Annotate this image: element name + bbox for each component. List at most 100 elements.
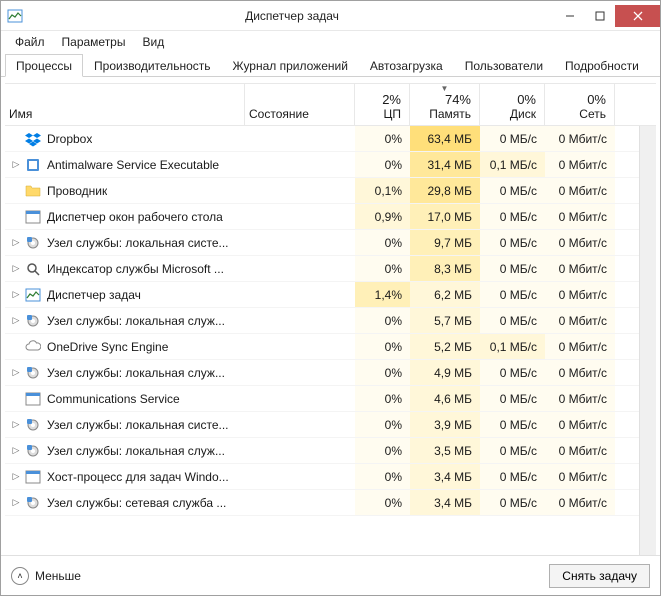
cell-memory: 3,4 МБ (410, 490, 480, 515)
process-row[interactable]: ▷Узел службы: локальная систе...0%3,9 МБ… (5, 412, 656, 438)
cell-memory: 5,7 МБ (410, 308, 480, 333)
process-row[interactable]: Dropbox0%63,4 МБ0 МБ/с0 Мбит/с (5, 126, 656, 152)
maximize-button[interactable] (585, 5, 615, 27)
cell-memory: 8,3 МБ (410, 256, 480, 281)
vertical-scrollbar[interactable] (639, 126, 656, 555)
cell-network: 0 Мбит/с (545, 230, 615, 255)
process-icon (25, 157, 41, 173)
process-icon (25, 443, 41, 459)
cell-cpu: 1,4% (355, 282, 410, 307)
process-icon (25, 209, 41, 225)
cell-name: Диспетчер окон рабочего стола (5, 204, 245, 229)
col-network[interactable]: 0%Сеть (545, 84, 615, 125)
col-name[interactable]: Имя (5, 84, 245, 125)
process-row[interactable]: ▷Узел службы: локальная служ...0%3,5 МБ0… (5, 438, 656, 464)
cell-state (245, 412, 355, 437)
process-icon (25, 391, 41, 407)
process-row[interactable]: ▷Хост-процесс для задач Windo...0%3,4 МБ… (5, 464, 656, 490)
cell-name: ▷ Узел службы: локальная служ... (5, 360, 245, 385)
expand-icon[interactable]: ▷ (9, 471, 23, 482)
app-icon (7, 8, 23, 24)
process-row[interactable]: Диспетчер окон рабочего стола0,9%17,0 МБ… (5, 204, 656, 230)
process-row[interactable]: ▷Индексатор службы Microsoft ...0%8,3 МБ… (5, 256, 656, 282)
cell-cpu: 0% (355, 334, 410, 359)
cell-name: ▷Antimalware Service Executable (5, 152, 245, 177)
cell-disk: 0 МБ/с (480, 126, 545, 151)
process-name: Диспетчер окон рабочего стола (47, 210, 223, 224)
expand-icon[interactable]: ▷ (9, 159, 23, 170)
process-name: Узел службы: локальная служ... (47, 314, 225, 328)
cell-network: 0 Мбит/с (545, 412, 615, 437)
cell-state (245, 334, 355, 359)
process-name: Узел службы: локальная систе... (47, 236, 229, 250)
process-icon (25, 365, 41, 381)
process-name: Индексатор службы Microsoft ... (47, 262, 224, 276)
tab-4[interactable]: Пользователи (454, 54, 554, 77)
process-icon (25, 469, 41, 485)
menu-options[interactable]: Параметры (54, 33, 134, 51)
fewer-details-button[interactable]: ˄ Меньше (11, 567, 81, 585)
cell-memory: 3,9 МБ (410, 412, 480, 437)
cell-network: 0 Мбит/с (545, 438, 615, 463)
cell-state (245, 308, 355, 333)
process-row[interactable]: ▷Узел службы: локальная систе...0%9,7 МБ… (5, 230, 656, 256)
cell-state (245, 282, 355, 307)
cell-name: ▷Хост-процесс для задач Windo... (5, 464, 245, 489)
end-task-button[interactable]: Снять задачу (549, 564, 650, 588)
process-name: Узел службы: локальная служ... (47, 444, 225, 458)
cell-memory: 31,4 МБ (410, 152, 480, 177)
process-name: Диспетчер задач (47, 288, 141, 302)
close-button[interactable] (615, 5, 660, 27)
cell-memory: 3,4 МБ (410, 464, 480, 489)
tab-6[interactable]: С. (650, 54, 661, 77)
expand-icon[interactable]: ▷ (9, 445, 23, 456)
col-memory[interactable]: ▼74%Память (410, 84, 480, 125)
expand-icon[interactable]: ▷ (9, 289, 23, 300)
cell-state (245, 230, 355, 255)
expand-icon[interactable]: ▷ (9, 237, 23, 248)
expand-icon[interactable]: ▷ (9, 315, 23, 326)
cell-network: 0 Мбит/с (545, 256, 615, 281)
tab-5[interactable]: Подробности (554, 54, 650, 77)
cell-cpu: 0% (355, 126, 410, 151)
minimize-button[interactable] (555, 5, 585, 27)
process-row[interactable]: ▷Узел службы: сетевая служба ...0%3,4 МБ… (5, 490, 656, 516)
cell-name: Communications Service (5, 386, 245, 411)
process-row[interactable]: OneDrive Sync Engine0%5,2 МБ0,1 МБ/с0 Мб… (5, 334, 656, 360)
expand-icon[interactable]: ▷ (9, 367, 23, 378)
tab-0[interactable]: Процессы (5, 54, 83, 77)
cell-cpu: 0% (355, 360, 410, 385)
col-disk[interactable]: 0%Диск (480, 84, 545, 125)
cell-memory: 5,2 МБ (410, 334, 480, 359)
process-row[interactable]: Проводник0,1%29,8 МБ0 МБ/с0 Мбит/с (5, 178, 656, 204)
sort-indicator-icon: ▼ (441, 84, 449, 93)
process-row[interactable]: ▷Диспетчер задач1,4%6,2 МБ0 МБ/с0 Мбит/с (5, 282, 656, 308)
tab-2[interactable]: Журнал приложений (222, 54, 359, 77)
cell-network: 0 Мбит/с (545, 282, 615, 307)
cell-network: 0 Мбит/с (545, 360, 615, 385)
process-row[interactable]: ▷Antimalware Service Executable0%31,4 МБ… (5, 152, 656, 178)
cell-state (245, 490, 355, 515)
cell-disk: 0 МБ/с (480, 438, 545, 463)
cell-memory: 9,7 МБ (410, 230, 480, 255)
expand-icon[interactable]: ▷ (9, 419, 23, 430)
titlebar: Диспетчер задач (1, 1, 660, 31)
process-row[interactable]: ▷ Узел службы: локальная служ... 0%4,9 МБ 0… (5, 360, 656, 386)
process-name: Узел службы: локальная служ... (47, 366, 225, 380)
tab-1[interactable]: Производительность (83, 54, 221, 77)
process-row[interactable]: ▷Узел службы: локальная служ...0%5,7 МБ0… (5, 308, 656, 334)
col-cpu[interactable]: 2%ЦП (355, 84, 410, 125)
expand-icon[interactable]: ▷ (9, 497, 23, 508)
cell-network: 0 Мбит/с (545, 334, 615, 359)
cell-name: Dropbox (5, 126, 245, 151)
menu-file[interactable]: Файл (7, 33, 53, 51)
process-row[interactable]: Communications Service0%4,6 МБ0 МБ/с0 Мб… (5, 386, 656, 412)
cell-cpu: 0% (355, 438, 410, 463)
cell-memory: 4,9 МБ (410, 360, 480, 385)
col-state[interactable]: Состояние (245, 84, 355, 125)
cell-state (245, 464, 355, 489)
expand-icon[interactable]: ▷ (9, 263, 23, 274)
tab-3[interactable]: Автозагрузка (359, 54, 454, 77)
cell-cpu: 0% (355, 412, 410, 437)
menu-view[interactable]: Вид (134, 33, 172, 51)
